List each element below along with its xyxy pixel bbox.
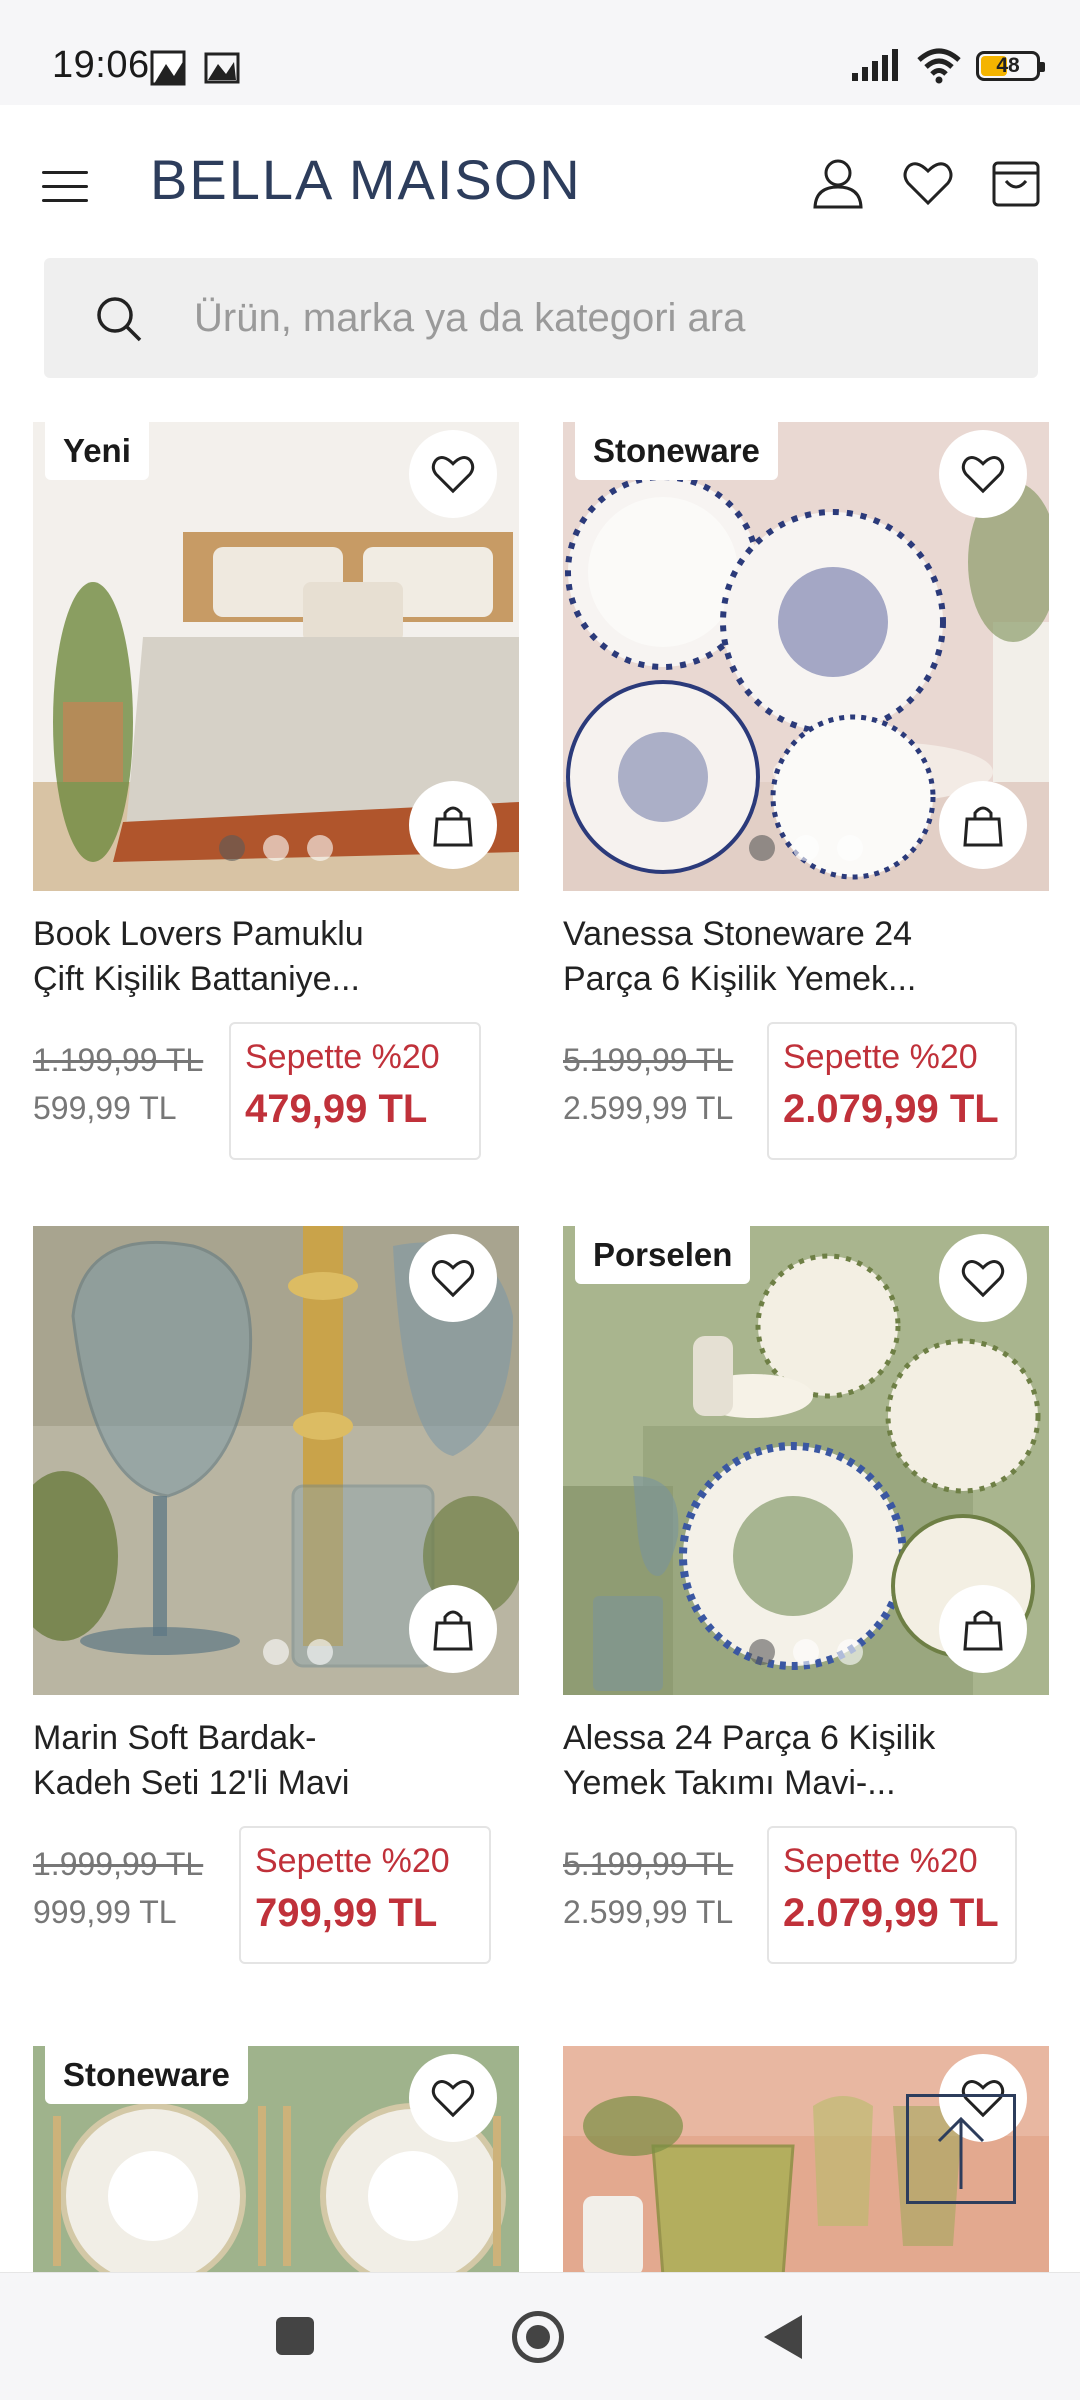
gallery-icon: [204, 52, 240, 84]
add-to-cart-button[interactable]: [409, 1585, 497, 1673]
product-price: 999,99 TL: [33, 1894, 177, 1930]
product-price: 2.599,99 TL: [563, 1090, 734, 1126]
carousel-dot[interactable]: [263, 835, 289, 861]
product-price: 599,99 TL: [33, 1090, 177, 1126]
recent-apps-button[interactable]: [276, 2317, 314, 2355]
shopping-bag-icon: [433, 1610, 473, 1651]
promo-box: Sepette %20 2.079,99 TL: [767, 1826, 1017, 1964]
carousel-dot[interactable]: [219, 835, 245, 861]
battery-icon: 48: [976, 51, 1045, 81]
arrow-up-icon: [937, 2116, 985, 2189]
product-image[interactable]: Stoneware: [563, 422, 1049, 891]
image-carousel-dots[interactable]: [749, 835, 863, 861]
promo-price: 479,99 TL: [245, 1087, 428, 1131]
app-header: BELLA MAISON: [0, 105, 1080, 255]
search-bar[interactable]: [44, 258, 1038, 378]
back-button[interactable]: [764, 2315, 802, 2359]
wifi-icon: [917, 48, 961, 84]
product-price: 2.599,99 TL: [563, 1894, 734, 1930]
add-to-favorites-button[interactable]: [939, 430, 1027, 518]
product-card[interactable]: Stoneware Vanessa Stoneware 24 Parça 6 K…: [563, 422, 1049, 1162]
product-title[interactable]: Book Lovers Pamuklu Çift Kişilik Battani…: [33, 912, 493, 1002]
cart-icon: [992, 161, 1040, 207]
product-old-price: 5.199,99 TL: [563, 1042, 734, 1078]
shopping-bag-icon: [963, 1610, 1003, 1651]
carousel-dot[interactable]: [837, 835, 863, 861]
brand-logo[interactable]: BELLA MAISON: [150, 147, 582, 212]
product-tag: Stoneware: [575, 422, 778, 480]
scroll-to-top-button[interactable]: [906, 2094, 1016, 2204]
menu-button[interactable]: [42, 171, 88, 207]
carousel-dot[interactable]: [307, 835, 333, 861]
battery-level: 48: [996, 54, 1020, 77]
status-time: 19:06: [52, 44, 150, 86]
system-nav-bar: [0, 2272, 1080, 2400]
product-image[interactable]: [33, 1226, 519, 1695]
image-carousel-dots[interactable]: [263, 1639, 333, 1665]
favorites-button[interactable]: [900, 155, 956, 211]
product-tag: Porselen: [575, 1226, 751, 1284]
add-to-favorites-button[interactable]: [409, 1234, 497, 1322]
product-card[interactable]: Marin Soft Bardak- Kadeh Seti 12'li Mavi…: [33, 1226, 519, 1966]
product-card[interactable]: Stoneware: [33, 2046, 519, 2272]
product-card[interactable]: Porselen Alessa 24 Parça 6 Kişilik Yemek…: [563, 1226, 1049, 1966]
product-image[interactable]: Stoneware: [33, 2046, 519, 2272]
promo-price: 2.079,99 TL: [783, 1087, 999, 1131]
account-button[interactable]: [810, 155, 866, 211]
product-title[interactable]: Vanessa Stoneware 24 Parça 6 Kişilik Yem…: [563, 912, 1023, 1002]
add-to-cart-button[interactable]: [409, 781, 497, 869]
product-image[interactable]: Yeni: [33, 422, 519, 891]
promo-box: Sepette %20 479,99 TL: [229, 1022, 481, 1160]
carousel-dot[interactable]: [749, 1639, 775, 1665]
product-old-price: 5.199,99 TL: [563, 1846, 734, 1882]
product-title[interactable]: Marin Soft Bardak- Kadeh Seti 12'li Mavi: [33, 1716, 493, 1806]
heart-icon: [903, 162, 953, 206]
add-to-cart-button[interactable]: [939, 781, 1027, 869]
product-old-price: 1.199,99 TL: [33, 1042, 204, 1078]
promo-price: 2.079,99 TL: [783, 1891, 999, 1935]
heart-icon: [431, 1260, 475, 1298]
image-carousel-dots[interactable]: [219, 835, 333, 861]
add-to-favorites-button[interactable]: [409, 430, 497, 518]
product-tag: Yeni: [45, 422, 149, 480]
promo-box: Sepette %20 799,99 TL: [239, 1826, 491, 1964]
promo-label: Sepette %20: [783, 1842, 978, 1880]
promo-label: Sepette %20: [783, 1038, 978, 1076]
product-old-price: 1.999,99 TL: [33, 1846, 204, 1882]
shopping-bag-icon: [433, 806, 473, 847]
heart-icon: [431, 456, 475, 494]
user-icon: [813, 159, 863, 209]
volte-icon: [150, 50, 186, 86]
product-card[interactable]: Yeni Book Lovers Pamuklu Çift Kişilik Ba…: [33, 422, 519, 1162]
add-to-favorites-button[interactable]: [939, 1234, 1027, 1322]
carousel-dot[interactable]: [793, 835, 819, 861]
heart-icon: [961, 1260, 1005, 1298]
product-image[interactable]: Porselen: [563, 1226, 1049, 1695]
home-button[interactable]: [512, 2311, 564, 2363]
cart-button[interactable]: [988, 155, 1044, 211]
signal-icon: [852, 49, 898, 81]
carousel-dot[interactable]: [837, 1639, 863, 1665]
add-to-cart-button[interactable]: [939, 1585, 1027, 1673]
search-input[interactable]: [194, 286, 994, 350]
promo-box: Sepette %20 2.079,99 TL: [767, 1022, 1017, 1160]
status-bar: 19:06 48: [0, 0, 1080, 105]
status-right: 48: [850, 46, 1045, 86]
shopping-bag-icon: [963, 806, 1003, 847]
carousel-dot[interactable]: [793, 1639, 819, 1665]
search-icon: [97, 297, 142, 342]
promo-price: 799,99 TL: [255, 1891, 438, 1935]
product-title[interactable]: Alessa 24 Parça 6 Kişilik Yemek Takımı M…: [563, 1716, 1023, 1806]
product-tag: Stoneware: [45, 2046, 248, 2104]
carousel-dot[interactable]: [749, 835, 775, 861]
carousel-dot[interactable]: [307, 1639, 333, 1665]
heart-icon: [431, 2080, 475, 2118]
promo-label: Sepette %20: [255, 1842, 450, 1880]
add-to-favorites-button[interactable]: [409, 2054, 497, 2142]
menu-icon: [42, 171, 88, 174]
image-carousel-dots[interactable]: [749, 1639, 863, 1665]
promo-label: Sepette %20: [245, 1038, 440, 1076]
heart-icon: [961, 456, 1005, 494]
carousel-dot[interactable]: [263, 1639, 289, 1665]
